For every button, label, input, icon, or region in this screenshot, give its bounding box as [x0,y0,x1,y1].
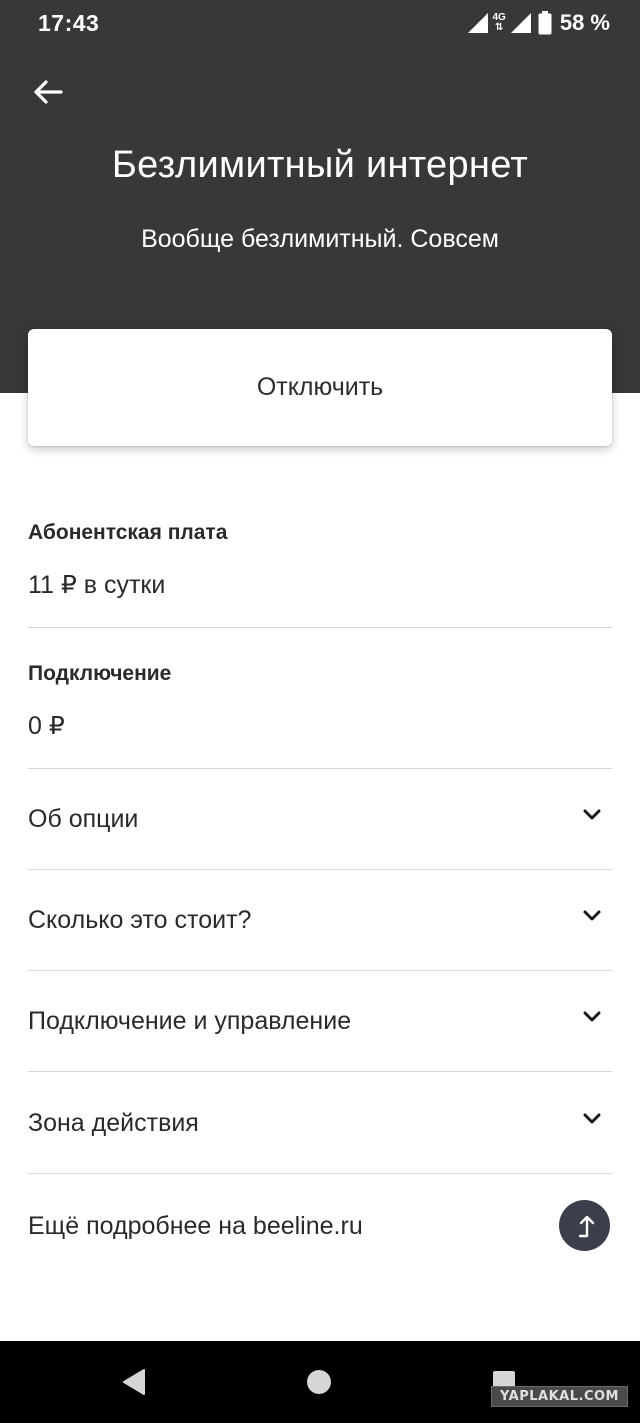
connection-fee-block: Подключение 0 ₽ [28,628,612,769]
chevron-down-icon [583,809,601,820]
battery-icon [538,11,552,35]
page-title: Безлимитный интернет [111,144,529,186]
status-time: 17:43 [38,10,100,36]
accordion-label: Об опции [28,805,139,833]
connection-fee-value: 0 ₽ [28,712,65,740]
chevron-down-icon [583,1113,601,1124]
more-info-label: Ещё подробнее на beeline.ru [28,1212,363,1240]
battery-percent: 58 % [559,10,610,35]
status-bar: 17:43 4G ⇅ 58 % [0,0,640,46]
connection-fee-label: Подключение [28,662,172,685]
disable-button-label: Отключить [256,373,384,401]
signal-icon [467,13,488,33]
circle-home-icon [307,1370,331,1394]
external-link-icon[interactable] [559,1200,610,1251]
status-icons: 4G ⇅ 58 % [467,9,610,37]
accordion-label: Подключение и управление [28,1007,352,1035]
network-type-icon: 4G ⇅ [493,13,506,33]
nav-home-button[interactable] [301,1364,337,1400]
accordion-label: Сколько это стоит? [28,906,252,934]
navigation-bar: YAPLAKAL.COM [0,1341,640,1423]
accordion-connection-management[interactable]: Подключение и управление [28,971,612,1072]
page-subtitle: Вообще безлимитный. Совсем [141,225,499,253]
accordion-about-option[interactable]: Об опции [28,769,612,870]
accordion-cost[interactable]: Сколько это стоит? [28,870,612,971]
fee-value: 11 ₽ в сутки [28,571,166,599]
accordion-coverage-zone[interactable]: Зона действия [28,1073,612,1174]
disable-button[interactable]: Отключить [28,329,612,446]
fee-block: Абонентская плата 11 ₽ в сутки [28,500,612,628]
chevron-down-icon [583,1011,601,1022]
triangle-back-icon [123,1369,145,1395]
more-info-link[interactable]: Ещё подробнее на beeline.ru [28,1175,612,1277]
chevron-down-icon [583,910,601,921]
data-arrows-icon: ⇅ [494,22,504,33]
arrow-left-icon [34,80,63,104]
accordion-label: Зона действия [28,1109,199,1137]
back-button[interactable] [28,72,68,112]
watermark: YAPLAKAL.COM [491,1386,628,1407]
fee-label: Абонентская плата [28,521,228,544]
nav-back-button[interactable] [116,1364,152,1400]
signal-icon-2 [510,13,531,33]
arrow-up-corner-icon [578,1215,594,1237]
